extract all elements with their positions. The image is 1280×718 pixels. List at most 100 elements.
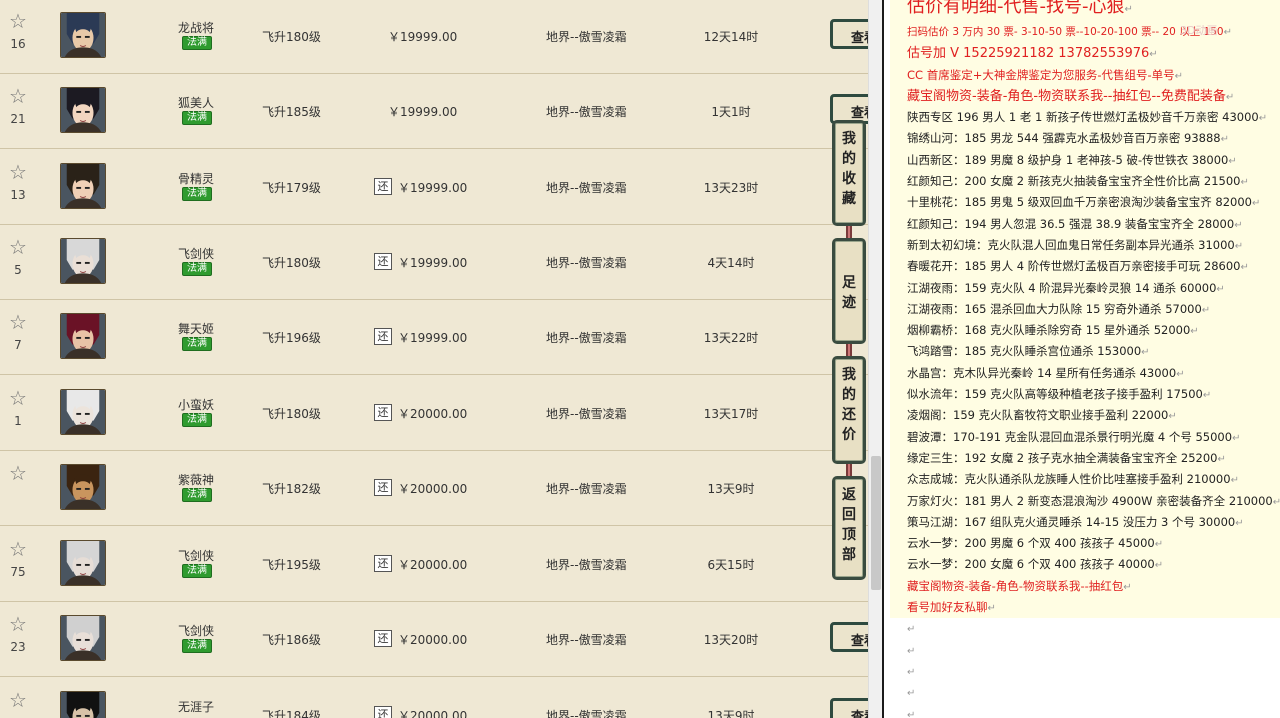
listing-row: ☆ 5 飞剑侠 法满 飞升180级 还 ￥19999.00 地界--傲雪凌霜 4天14时 (0, 225, 868, 300)
paragraph-mark-icon: ↵ (1201, 304, 1211, 316)
document-line-text: 缘定三生：192 女魔 2 孩子克水抽全满装备宝宝齐全 25200 (907, 450, 1218, 465)
server-name: 地界--傲雪凌霜 (546, 407, 627, 421)
haggle-icon[interactable]: 还 (374, 706, 392, 718)
paragraph-mark-icon: ↵ (907, 624, 916, 636)
favorite-star-icon[interactable]: ☆ (8, 312, 28, 332)
character-portrait-icon (61, 390, 105, 434)
paragraph-mark-icon: ↵ (907, 645, 916, 657)
document-line: 红颜知己：200 女魔 2 新孩克火抽装备宝宝齐全性价比高 21500↵ (890, 171, 1280, 192)
view-button[interactable]: 查看 (830, 698, 868, 718)
document-line-text: 山西新区：189 男魔 8 级护身 1 老神孩-5 破-传世铁衣 38000 (907, 152, 1229, 167)
document-line: 烟柳霸桥：168 克火队睡杀除穷奇 15 星外通杀 52000↵ (890, 320, 1280, 341)
status-badge: 法满 (182, 111, 212, 125)
character-avatar[interactable] (60, 615, 106, 661)
time-remaining: 6天15时 (707, 558, 755, 572)
paragraph-mark-icon: ↵ (1168, 411, 1177, 423)
document-line-text: 十里桃花：185 男鬼 5 级双回血千万亲密浪淘沙装备宝宝齐 82000 (907, 195, 1252, 210)
side-tab-connector (846, 464, 852, 476)
character-portrait-icon (61, 164, 105, 208)
time-remaining: 13天20时 (703, 633, 759, 647)
server-name: 地界--傲雪凌霜 (546, 558, 627, 572)
listing-row: ☆ 无涯子飞升184级 还 ￥20000.00 地界--傲雪凌霜 13天9时 查看 (0, 678, 868, 718)
character-avatar[interactable] (60, 389, 106, 435)
character-avatar[interactable] (60, 87, 106, 133)
character-portrait-icon (61, 314, 105, 358)
character-avatar[interactable] (60, 163, 106, 209)
document-line: 新到太初幻境：克火队混人回血鬼日常任务副本异光通杀 31000↵ (890, 235, 1280, 256)
paragraph-mark-icon: ↵ (1154, 560, 1164, 572)
document-line: 锦绣山河：185 男龙 544 强霹克水孟极妙音百万亲密 93888↵ (890, 128, 1280, 149)
character-name[interactable]: 狐美人 (160, 94, 232, 111)
character-name[interactable]: 飞剑侠 (160, 547, 232, 564)
favorite-star-icon[interactable]: ☆ (8, 86, 28, 106)
haggle-icon[interactable]: 还 (374, 555, 392, 572)
favorite-star-icon[interactable]: ☆ (8, 162, 28, 182)
character-avatar[interactable] (60, 691, 106, 718)
favorite-count: 16 (10, 37, 26, 51)
side-tab-char: 回 (842, 507, 856, 523)
favorite-star-icon[interactable]: ☆ (8, 539, 28, 559)
listing-row: ☆ 13 骨精灵 法满 飞升179级 还 ￥19999.00 地界--傲雪凌霜 13天23时 (0, 150, 868, 225)
character-name[interactable]: 飞剑侠 (160, 622, 232, 639)
character-name[interactable]: 舞天姬 (160, 320, 232, 337)
document-line: 扫码估价 3 万内 30 票- 3-10-50 票--10-20-100 票--… (890, 22, 1280, 43)
side-tab-back-to-top[interactable]: 返 回 顶 部 (832, 476, 866, 580)
side-tab-my-offers[interactable]: 我 的 还 价 (832, 356, 866, 464)
status-badge: 法满 (182, 36, 212, 50)
favorite-star-icon[interactable]: ☆ (8, 11, 28, 31)
paragraph-mark-icon: ↵ (1235, 517, 1244, 529)
character-name[interactable]: 骨精灵 (160, 170, 232, 187)
character-avatar[interactable] (60, 238, 106, 284)
paragraph-mark-icon: ↵ (907, 709, 916, 718)
status-badge: 法满 (182, 639, 212, 653)
listing-row: ☆ 1 小蛮妖 法满 飞升180级 还 ￥20000.00 地界--傲雪凌霜 13天17时 (0, 376, 868, 451)
paragraph-mark-icon: ↵ (1149, 49, 1158, 61)
view-button[interactable]: 查看 (830, 19, 868, 49)
character-name[interactable]: 紫薇神 (160, 471, 232, 488)
side-tab-favorites[interactable]: 我 的 收 藏 (832, 120, 866, 226)
document-line-text: 碧波潭：170-191 克金队混回血混杀景行明光魔 4 个号 55000 (907, 429, 1233, 444)
document-line-text: 策马江湖：167 组队克火通灵睡杀 14-15 没压力 3 个号 30000 (907, 514, 1236, 529)
character-avatar[interactable] (60, 12, 106, 58)
document-line-text: 扫码估价 3 万内 30 票- 3-10-50 票--10-20-100 票--… (907, 26, 1224, 38)
side-tab-char: 我 (842, 131, 856, 147)
server-name: 地界--傲雪凌霜 (546, 482, 627, 496)
paragraph-mark-icon: ↵ (1234, 240, 1244, 252)
view-button[interactable]: 查看 (830, 622, 868, 652)
favorite-star-icon[interactable]: ☆ (8, 237, 28, 257)
haggle-icon[interactable]: 还 (374, 253, 392, 270)
character-name[interactable]: 无涯子 (160, 698, 232, 715)
page-scrollbar[interactable] (868, 0, 882, 718)
favorite-star-icon[interactable]: ☆ (8, 614, 28, 634)
character-avatar[interactable] (60, 464, 106, 510)
character-name[interactable]: 飞剑侠 (160, 245, 232, 262)
haggle-icon[interactable]: 还 (374, 404, 392, 421)
character-avatar[interactable] (60, 540, 106, 586)
document-line-text: 估号加 V 15225921182 13782553976 (907, 46, 1150, 62)
document-line: 看号加好友私聊↵ (890, 597, 1280, 618)
side-tab-char: 返 (842, 487, 856, 503)
favorite-star-icon[interactable]: ☆ (8, 690, 28, 710)
side-tab-footprints[interactable]: 足 迹 (832, 238, 866, 344)
haggle-icon[interactable]: 还 (374, 178, 392, 195)
document-line-text: 新到太初幻境：克火队混人回血鬼日常任务副本异光通杀 31000 (907, 237, 1235, 252)
document-line: 藏宝阁物资-装备-角色-物资联系我--抽红包--免费配装备↵ (890, 86, 1280, 107)
document-line-text: 陕西专区 196 男人 1 老 1 新孩子传世燃灯孟极妙音千万亲密 43000 (907, 110, 1259, 125)
haggle-icon[interactable]: 还 (374, 630, 392, 647)
server-name: 地界--傲雪凌霜 (546, 181, 627, 195)
haggle-icon[interactable]: 还 (374, 479, 392, 496)
character-name[interactable]: 龙战将 (160, 19, 232, 36)
side-tab-char: 顶 (842, 527, 856, 543)
favorite-star-icon[interactable]: ☆ (8, 388, 28, 408)
document-line: ↵ (890, 703, 1280, 718)
server-name: 地界--傲雪凌霜 (546, 30, 627, 44)
character-avatar[interactable] (60, 313, 106, 359)
haggle-icon[interactable]: 还 (374, 328, 392, 345)
paragraph-mark-icon: ↵ (1251, 198, 1261, 210)
character-name[interactable]: 小蛮妖 (160, 396, 232, 413)
scrollbar-thumb[interactable] (871, 456, 881, 590)
document-line-text: CC 首席鉴定+大神金牌鉴定为您服务-代售组号-单号 (907, 67, 1175, 82)
status-badge: 法满 (182, 262, 212, 276)
favorite-star-icon[interactable]: ☆ (8, 463, 28, 483)
document-line-text: 江湖夜雨：165 混杀回血大力队除 15 穷奇外通杀 57000 (907, 301, 1202, 316)
